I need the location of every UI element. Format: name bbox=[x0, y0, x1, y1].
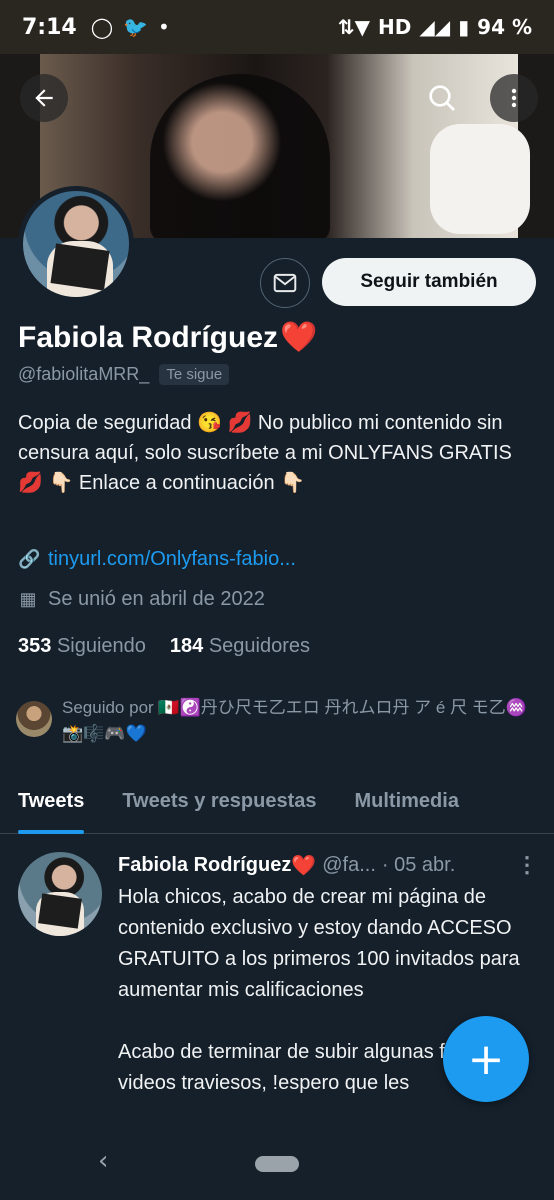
following-link[interactable]: 353 Siguiendo bbox=[18, 635, 146, 658]
twitter-icon: 🐦 bbox=[123, 15, 149, 39]
tab-media[interactable]: Multimedia bbox=[355, 770, 459, 834]
follower-avatar bbox=[16, 701, 52, 737]
tweet-avatar[interactable] bbox=[18, 852, 102, 936]
profile-link[interactable]: 🔗 tinyurl.com/Onlyfans-fabio... bbox=[18, 548, 296, 571]
followers-link[interactable]: 184 Seguidores bbox=[170, 635, 310, 658]
back-arrow-icon bbox=[35, 89, 53, 107]
profile-name: Fabiola Rodríguez ❤️ bbox=[18, 320, 317, 355]
plus-icon: + bbox=[467, 1033, 505, 1085]
signal-icon: ⇅▼ bbox=[337, 15, 371, 39]
search-icon bbox=[429, 85, 455, 111]
tweet-paragraph-1: Hola chicos, acabo de crear mi página de… bbox=[118, 886, 520, 1001]
more-vertical-icon bbox=[511, 88, 517, 108]
tweet-author-handle: @fa... bbox=[322, 853, 376, 876]
profile-bio: Copia de seguridad 😘 💋 No publico mi con… bbox=[18, 412, 512, 494]
nav-home-pill[interactable] bbox=[255, 1156, 299, 1172]
status-bar: 7:14 ◯ 🐦 • ⇅▼ HD ◢◢ ▮ 94 % bbox=[0, 0, 554, 54]
followed-by-text: Seguido por 🇲🇽☯️丹ひ尺モ乙エロ 丹れムロ丹 ア é 尺 モ乙♒📸… bbox=[62, 698, 527, 743]
tweet-date: · 05 abr. bbox=[381, 853, 456, 876]
tweet-header: Fabiola Rodríguez ❤️ @fa... · 05 abr. ⋮ bbox=[118, 852, 538, 878]
avatar-top bbox=[50, 243, 110, 291]
whatsapp-icon: ◯ bbox=[90, 15, 114, 39]
profile-handle: @fabiolitaMRR_ bbox=[18, 364, 150, 384]
tweet-author-name[interactable]: Fabiola Rodríguez bbox=[118, 854, 291, 877]
join-date: ▦ Se unió en abril de 2022 bbox=[18, 588, 265, 611]
heart-emoji: ❤️ bbox=[280, 321, 318, 354]
profile-link-text[interactable]: tinyurl.com/Onlyfans-fabio... bbox=[48, 548, 296, 571]
profile-tabs: Tweets Tweets y respuestas Multimedia bbox=[0, 770, 554, 834]
tab-tweets[interactable]: Tweets bbox=[18, 770, 85, 834]
system-nav-bar: ‹ bbox=[0, 1126, 554, 1200]
message-button[interactable] bbox=[260, 258, 310, 308]
battery-level: 94 % bbox=[477, 15, 532, 39]
network-type: HD bbox=[378, 15, 412, 39]
following-label: Siguiendo bbox=[56, 635, 146, 657]
followed-by[interactable]: Seguido por 🇲🇽☯️丹ひ尺モ乙エロ 丹れムロ丹 ア é 尺 モ乙♒📸… bbox=[16, 695, 536, 747]
calendar-icon: ▦ bbox=[19, 589, 37, 609]
more-options-button[interactable] bbox=[490, 74, 538, 122]
nav-back-icon[interactable]: ‹ bbox=[98, 1146, 108, 1176]
link-icon: 🔗 bbox=[18, 549, 41, 569]
followers-count: 184 bbox=[169, 635, 204, 657]
status-right: ⇅▼ HD ◢◢ ▮ 94 % bbox=[338, 15, 532, 39]
following-count: 353 bbox=[18, 635, 52, 657]
follow-counts: 353 Siguiendo 184 Seguidores bbox=[18, 635, 310, 658]
follow-back-button[interactable]: Seguir también bbox=[322, 258, 536, 306]
envelope-icon bbox=[273, 273, 297, 293]
tweet-avatar-top bbox=[38, 893, 82, 929]
profile-avatar[interactable] bbox=[18, 186, 134, 302]
dot-icon: • bbox=[158, 15, 170, 39]
tweet-heart-emoji: ❤️ bbox=[291, 854, 317, 877]
handle-row: @fabiolitaMRR_ Te sigue bbox=[18, 364, 230, 385]
banner-sink bbox=[430, 124, 530, 234]
status-time: 7:14 bbox=[22, 14, 77, 40]
join-date-text: Se unió en abril de 2022 bbox=[48, 588, 265, 610]
compose-tweet-button[interactable]: + bbox=[443, 1016, 529, 1102]
banner-figure bbox=[150, 74, 330, 238]
profile-name-text: Fabiola Rodríguez bbox=[18, 320, 279, 354]
follows-you-badge: Te sigue bbox=[159, 364, 230, 385]
back-button[interactable] bbox=[20, 74, 68, 122]
cell-signal-icon: ◢◢ bbox=[419, 15, 451, 39]
tab-tweets-and-replies[interactable]: Tweets y respuestas bbox=[122, 770, 316, 834]
followers-label: Seguidores bbox=[208, 635, 311, 657]
tweet-more-button[interactable]: ⋮ bbox=[516, 852, 538, 878]
battery-icon: ▮ bbox=[458, 15, 470, 39]
search-button[interactable] bbox=[418, 74, 466, 122]
